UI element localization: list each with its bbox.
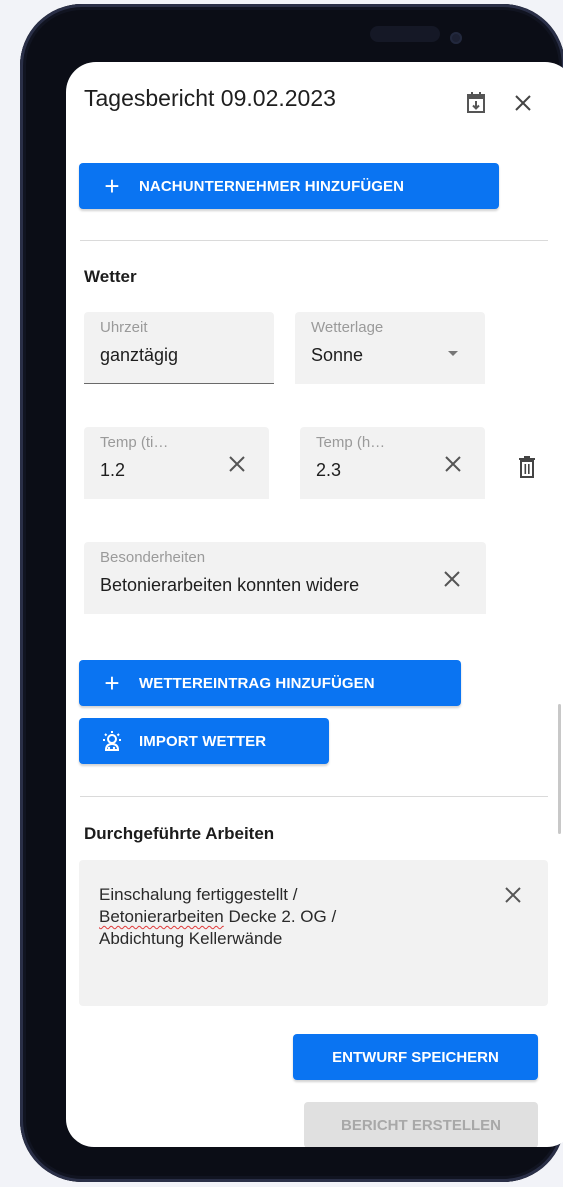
plus-icon: + [104,170,120,201]
scrollbar[interactable] [558,704,561,834]
app-screen: Tagesbericht 09.02.2023 + NACHUNTERNEHME… [66,62,563,1147]
weather-import-icon [89,730,135,752]
save-draft-button[interactable]: ENTWURF SPEICHERN [293,1034,538,1080]
page-title: Tagesbericht 09.02.2023 [84,85,336,111]
work-heading: Durchgeführte Arbeiten [84,824,275,843]
divider [80,796,548,797]
add-weather-entry-button[interactable]: + WETTEREINTRAG HINZUFÜGEN [79,660,461,706]
front-camera [450,32,462,44]
trash-icon[interactable] [512,452,542,482]
temp-low-field[interactable]: Temp (ti… 1.2 [84,427,269,499]
import-weather-button[interactable]: IMPORT WETTER [79,718,329,764]
time-field[interactable]: Uhrzeit ganztägig [84,312,274,384]
clear-icon[interactable] [500,882,526,908]
phone-frame: Tagesbericht 09.02.2023 + NACHUNTERNEHME… [20,4,563,1182]
weather-heading: Wetter [84,267,137,286]
temp-high-field[interactable]: Temp (h… 2.3 [300,427,485,499]
speaker-grille [370,26,440,42]
weather-notes-field[interactable]: Besonderheiten Betonierarbeiten konnten … [84,542,486,614]
create-report-button[interactable]: BERICHT ERSTELLEN [304,1102,538,1147]
spellcheck-word: Betonierarbeiten [99,907,224,926]
clear-icon[interactable] [439,566,465,592]
clear-icon[interactable] [224,451,250,477]
calendar-download-icon[interactable] [461,88,491,118]
weather-condition-select[interactable]: Wetterlage Sonne [295,312,485,384]
plus-icon: + [104,667,120,698]
field-underline [84,383,274,384]
add-subcontractor-button[interactable]: + NACHUNTERNEHMER HINZUFÜGEN [79,163,499,209]
close-icon[interactable] [508,88,538,118]
divider [80,240,548,241]
work-description-textarea[interactable]: Einschalung fertiggestellt / Betonierarb… [79,860,548,1006]
dropdown-arrow-icon [447,345,459,363]
clear-icon[interactable] [440,451,466,477]
